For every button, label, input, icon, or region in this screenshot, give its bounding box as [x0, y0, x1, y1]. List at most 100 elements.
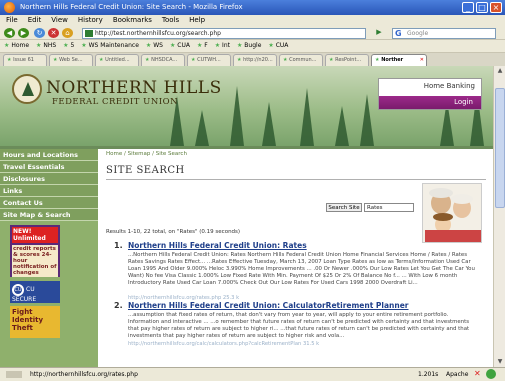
tree-decoration	[195, 110, 209, 146]
scroll-thumb[interactable]	[495, 88, 505, 208]
go-button[interactable]: ▶	[370, 28, 388, 39]
menu-bookmarks[interactable]: Bookmarks	[113, 16, 152, 26]
left-navigation: Hours and Locations Travel Essentials Di…	[0, 149, 98, 367]
browser-tab[interactable]: ★ Untitled...	[95, 54, 139, 66]
credit-union-seal-icon[interactable]	[12, 74, 42, 104]
bookmark-star-icon: ★	[169, 42, 176, 49]
bookmark-item[interactable]: ★ Bugle	[237, 42, 261, 52]
tab-favicon: ★	[99, 57, 104, 63]
nav-hours-locations[interactable]: Hours and Locations	[0, 149, 98, 161]
status-url: http://northernhillsfcu.org/rates.php	[30, 371, 138, 378]
home-icon[interactable]: ⌂	[62, 28, 73, 38]
browser-tab[interactable]: ★ NHSDCA...	[141, 54, 185, 66]
back-icon[interactable]: ◀	[4, 28, 15, 38]
tree-decoration	[360, 94, 374, 146]
bookmark-item[interactable]: ★ Home	[4, 42, 29, 52]
scroll-down-arrow-icon[interactable]: ▼	[494, 357, 505, 367]
cu-secure-promo[interactable]: CU CU SECURE	[10, 281, 60, 303]
cu-badge-icon: CU	[12, 284, 24, 296]
bookmark-item[interactable]: ★ Int	[215, 42, 230, 52]
nav-travel-essentials[interactable]: Travel Essentials	[0, 161, 98, 173]
minimize-button[interactable]: _	[462, 2, 474, 13]
status-bar: http://northernhillsfcu.org/rates.php 1.…	[0, 367, 505, 381]
menu-file[interactable]: File	[6, 16, 18, 26]
result-number: 2.	[114, 301, 123, 310]
maximize-button[interactable]: □	[476, 2, 488, 13]
result-title-link[interactable]: Northern Hills Federal Credit Union: Rat…	[128, 241, 307, 250]
hair-brown	[433, 213, 453, 221]
browser-tab[interactable]: ★ CUTWH...	[187, 54, 231, 66]
nav-site-map-search[interactable]: Site Map & Search	[0, 209, 98, 221]
logo-name[interactable]: NORTHERN HILLS	[46, 78, 222, 98]
bookmark-item[interactable]: ★ NHS	[36, 42, 56, 52]
search-input[interactable]: Rates	[364, 203, 414, 212]
bookmark-star-icon: ★	[196, 42, 203, 49]
bookmark-star-icon: ★	[145, 42, 152, 49]
stop-icon[interactable]: ✕	[48, 28, 59, 38]
breadcrumb[interactable]: Home / Sitemap / Site Search	[106, 151, 187, 157]
close-button[interactable]: ×	[490, 2, 502, 13]
browser-tab-active[interactable]: ★ Norther ✕	[371, 54, 427, 66]
search-site-button[interactable]: Search Site	[326, 203, 362, 212]
bookmark-item[interactable]: ★ WS	[146, 42, 163, 52]
home-banking-title: Home Banking	[423, 82, 475, 90]
identity-theft-promo[interactable]: Fight Identity Theft	[10, 306, 60, 338]
load-time: 1.201s	[418, 371, 439, 378]
nav-links[interactable]: Links	[0, 185, 98, 197]
web-search-field[interactable]: G Google	[392, 28, 496, 39]
title-divider	[106, 179, 486, 180]
menu-edit[interactable]: Edit	[28, 16, 42, 26]
menu-tools[interactable]: Tools	[162, 16, 179, 26]
server-label: Apache	[446, 371, 469, 378]
result-url[interactable]: http://northernhillsfcu.org/calc/calcula…	[128, 341, 319, 347]
site-favicon	[85, 30, 93, 37]
main-content: Home / Sitemap / Site Search SITE SEARCH…	[104, 149, 490, 367]
web-search-placeholder: Google	[407, 30, 429, 37]
promo-column: NEW! Unlimited credit reports & scores 2…	[10, 225, 60, 338]
address-bar[interactable]: http://test.northernhillsfcu.org/search.…	[82, 28, 366, 39]
logo-subtitle: FEDERAL CREDIT UNION	[52, 97, 179, 107]
nav-contact-us[interactable]: Contact Us	[0, 197, 98, 209]
login-button[interactable]: Login	[379, 96, 481, 109]
reload-icon[interactable]: ↻	[34, 28, 45, 38]
browser-tab[interactable]: ★ Issue 61	[3, 54, 47, 66]
tree-decoration	[335, 106, 349, 146]
browser-tab[interactable]: ★ http://n20...	[233, 54, 277, 66]
nav-disclosures[interactable]: Disclosures	[0, 173, 98, 185]
menu-view[interactable]: View	[51, 16, 68, 26]
bookmark-item[interactable]: ★ CUA	[268, 42, 288, 52]
google-icon: G	[395, 29, 402, 38]
browser-tab[interactable]: ★ ResPoint...	[325, 54, 369, 66]
bookmark-item[interactable]: ★ WS Maintenance	[81, 42, 139, 52]
bookmark-star-icon: ★	[236, 42, 243, 49]
bookmarks-toolbar: ★ Home ★ NHS ★ 5 ★ WS Maintenance ★ WS ★…	[0, 40, 505, 53]
bookmark-star-icon: ★	[36, 42, 42, 49]
home-banking-box: Home Banking Login	[378, 78, 482, 110]
address-url: http://test.northernhillsfcu.org/search.…	[95, 30, 221, 37]
results-summary: Results 1-10, 22 total, on "Rates" (0.19…	[106, 229, 241, 235]
status-ok-icon[interactable]	[486, 369, 496, 379]
credit-report-promo[interactable]: NEW! Unlimited credit reports & scores 2…	[10, 225, 60, 277]
result-title-link[interactable]: Northern Hills Federal Credit Union: Cal…	[128, 301, 409, 310]
menu-help[interactable]: Help	[189, 16, 205, 26]
tab-close-icon[interactable]: ✕	[420, 57, 424, 63]
bookmark-item[interactable]: ★ F	[197, 42, 208, 52]
forward-icon[interactable]: ▶	[18, 28, 29, 38]
page-title: SITE SEARCH	[106, 165, 185, 176]
bookmark-item[interactable]: ★ 5	[63, 42, 74, 52]
error-icon[interactable]: ✕	[474, 369, 481, 378]
browser-tab[interactable]: ★ Web Se...	[49, 54, 93, 66]
bookmark-item[interactable]: ★ CUA	[170, 42, 190, 52]
scroll-up-arrow-icon[interactable]: ▲	[494, 66, 505, 76]
tab-favicon: ★	[145, 57, 150, 63]
browser-tab[interactable]: ★ Commun...	[279, 54, 323, 66]
result-number: 1.	[114, 241, 123, 250]
vertical-scrollbar[interactable]: ▲ ▼	[493, 66, 505, 367]
menu-bar: File Edit View History Bookmarks Tools H…	[0, 15, 505, 26]
tab-favicon: ★	[329, 57, 334, 63]
tab-favicon: ★	[375, 57, 380, 63]
result-snippet: ...Northern Hills Federal Credit Union: …	[128, 252, 475, 286]
menu-history[interactable]: History	[78, 16, 103, 26]
bookmark-star-icon: ★	[214, 42, 221, 49]
window-title-bar[interactable]: Northern Hills Federal Credit Union: Sit…	[0, 0, 505, 15]
